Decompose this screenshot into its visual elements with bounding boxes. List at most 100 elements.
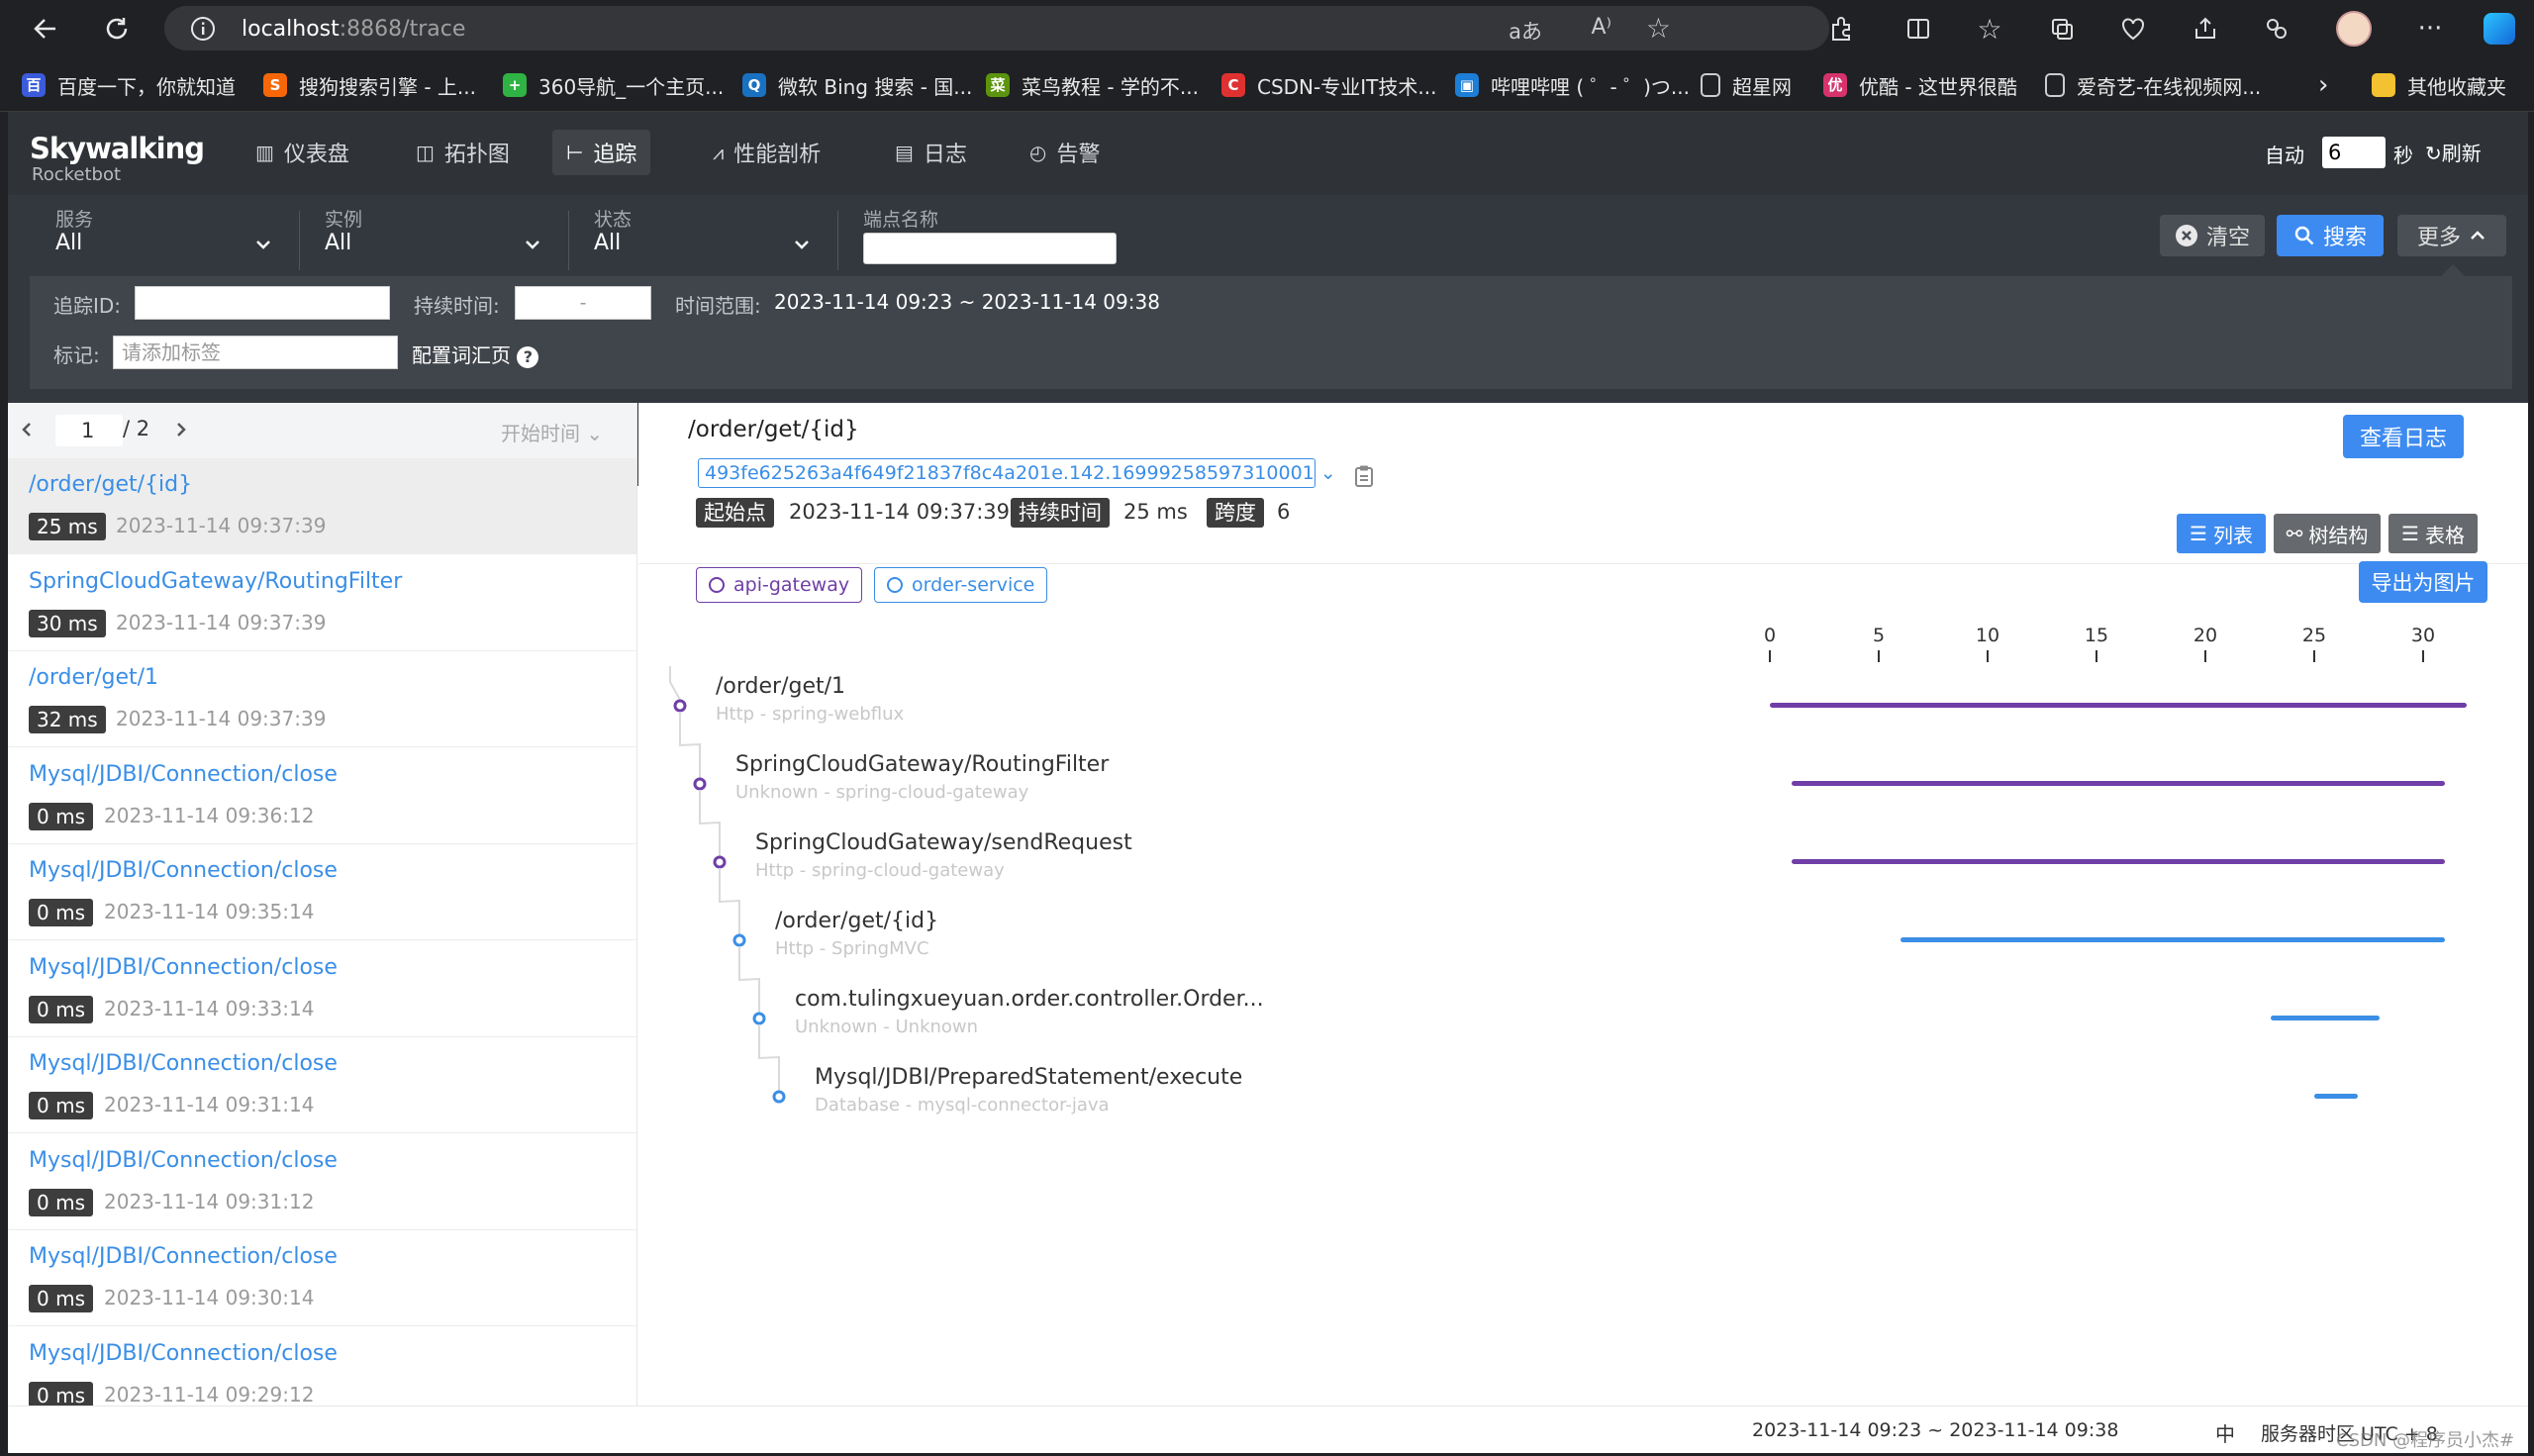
trace-list-item[interactable]: Mysql/JDBI/Connection/close 0 ms 2023-11-1… xyxy=(8,941,636,1037)
span-node[interactable] xyxy=(732,933,746,947)
chevron-right-icon[interactable] xyxy=(172,421,190,438)
clear-button[interactable]: 清空 xyxy=(2160,215,2265,256)
nav-dashboard[interactable]: ▥ 仪表盘 xyxy=(242,130,363,175)
share-icon[interactable] xyxy=(2186,9,2225,49)
trace-list-item[interactable]: Mysql/JDBI/Connection/close 0 ms 2023-11-1… xyxy=(8,1134,636,1230)
trace-list-item[interactable]: Mysql/JDBI/Connection/close 0 ms 2023-11-1… xyxy=(8,1230,636,1326)
footer-time-range[interactable]: 2023-11-14 09:23 ~ 2023-11-14 09:38 xyxy=(1752,1419,2118,1441)
span-duration-bar[interactable] xyxy=(1770,703,2467,708)
trace-item-name[interactable]: Mysql/JDBI/Connection/close xyxy=(29,1148,338,1173)
span-name[interactable]: SpringCloudGateway/sendRequest xyxy=(755,830,1132,855)
span-name[interactable]: Mysql/JDBI/PreparedStatement/execute xyxy=(815,1065,1242,1090)
trace-list-item[interactable]: Mysql/JDBI/Connection/close 0 ms 2023-11-1… xyxy=(8,748,636,844)
trace-item-name[interactable]: Mysql/JDBI/Connection/close xyxy=(29,1341,338,1366)
endpoint-input[interactable] xyxy=(863,233,1117,264)
translate-icon[interactable]: aあ xyxy=(1509,16,1542,46)
health-icon[interactable] xyxy=(2113,9,2153,49)
span-duration-bar[interactable] xyxy=(1792,859,2445,864)
span-duration-bar[interactable] xyxy=(1792,781,2445,786)
favorite-star-icon[interactable]: ☆ xyxy=(1646,12,1671,45)
trace-item-name[interactable]: Mysql/JDBI/Connection/close xyxy=(29,1051,338,1076)
trace-list-item[interactable]: /order/get/1 32 ms 2023-11-14 09:37:39 xyxy=(8,651,636,747)
trace-list-item[interactable]: Mysql/JDBI/Connection/close 0 ms 2023-11-1… xyxy=(8,844,636,940)
search-button[interactable]: 搜索 xyxy=(2277,215,2384,256)
status-select[interactable]: 状态 All xyxy=(594,195,812,274)
trace-item-name[interactable]: SpringCloudGateway/RoutingFilter xyxy=(29,569,402,594)
language-toggle[interactable]: 中 xyxy=(2215,1418,2235,1447)
trace-item-name[interactable]: Mysql/JDBI/Connection/close xyxy=(29,858,338,883)
duration-range-input[interactable]: - xyxy=(515,286,651,320)
nav-alarm[interactable]: ◴ 告警 xyxy=(1016,130,1114,175)
trace-item-name[interactable]: /order/get/{id} xyxy=(29,472,192,497)
bookmarks-overflow-icon[interactable]: › xyxy=(2318,70,2328,100)
copilot-icon[interactable] xyxy=(2257,9,2296,49)
trace-list-item[interactable]: /order/get/{id} 25 ms 2023-11-14 09:37:39 xyxy=(8,458,636,554)
service-select[interactable]: 服务 All xyxy=(55,195,273,274)
address-bar[interactable]: localhost:8868/trace aあ A⁾ ☆ xyxy=(164,6,1829,50)
span-name[interactable]: /order/get/{id} xyxy=(775,909,938,933)
more-menu-icon[interactable]: ··· xyxy=(2410,9,2450,49)
bookmark-favicon-icon: C xyxy=(1221,73,1245,97)
trace-item-name[interactable]: Mysql/JDBI/Connection/close xyxy=(29,762,338,787)
back-icon[interactable] xyxy=(26,9,65,49)
span-name[interactable]: /order/get/1 xyxy=(716,674,845,699)
trace-item-name[interactable]: Mysql/JDBI/Connection/close xyxy=(29,955,338,980)
trace-item-name[interactable]: /order/get/1 xyxy=(29,665,158,690)
trace-list-item[interactable]: Mysql/JDBI/Connection/close 0 ms 2023-11-1… xyxy=(8,1037,636,1133)
bookmark-item[interactable]: ▣ 哔哩哔哩 ( ゜- ゜)つ... xyxy=(1455,70,1690,100)
bookmark-item[interactable]: 爱奇艺-在线视频网... xyxy=(2045,70,2261,100)
nav-trace[interactable]: ⊢ 追踪 xyxy=(552,130,651,175)
trace-item-time: 2023-11-14 09:35:14 xyxy=(104,900,315,923)
vocab-link[interactable]: 配置词汇页 ? xyxy=(412,340,539,368)
reload-icon[interactable] xyxy=(97,9,137,49)
nav-profile[interactable]: ⩘ 性能剖析 xyxy=(699,130,834,175)
bookmark-item[interactable]: S 搜狗搜索引擎 - 上... xyxy=(263,70,476,100)
span-node[interactable] xyxy=(673,699,687,713)
bookmark-item[interactable]: Q 微软 Bing 搜索 - 国... xyxy=(742,70,972,100)
span-node[interactable] xyxy=(772,1090,786,1104)
bookmark-item[interactable]: C CSDN-专业IT技术... xyxy=(1221,70,1436,100)
trace-item-duration: 0 ms xyxy=(29,1285,93,1312)
edge-copilot-icon[interactable] xyxy=(2480,9,2519,49)
more-button[interactable]: 更多 xyxy=(2397,215,2506,256)
favorites-icon[interactable]: ☆ xyxy=(1970,9,2009,49)
refresh-button[interactable]: ↻刷新 xyxy=(2425,138,2482,166)
help-icon[interactable]: ? xyxy=(517,346,539,368)
info-icon[interactable] xyxy=(190,16,216,42)
other-bookmarks-folder[interactable]: 其他收藏夹 xyxy=(2372,70,2506,100)
tag-input[interactable]: 请添加标签 xyxy=(113,336,398,369)
trace-id-input[interactable] xyxy=(135,286,390,320)
chevron-left-icon[interactable] xyxy=(18,421,36,438)
time-range-value[interactable]: 2023-11-14 09:23 ~ 2023-11-14 09:38 xyxy=(774,290,1160,314)
bookmark-item[interactable]: +360导航_一个主页... xyxy=(503,70,724,100)
bookmark-item[interactable]: 百百度一下，你就知道 xyxy=(22,70,236,100)
span-node[interactable] xyxy=(693,777,707,791)
trace-item-name[interactable]: Mysql/JDBI/Connection/close xyxy=(29,1244,338,1269)
collections-icon[interactable] xyxy=(2042,9,2082,49)
url-text[interactable]: localhost:8868/trace xyxy=(242,17,465,42)
app-logo[interactable]: Skywalking xyxy=(30,132,205,165)
bookmark-item[interactable]: 菜菜鸟教程 - 学的不... xyxy=(986,70,1199,100)
span-duration-bar[interactable] xyxy=(2314,1094,2358,1099)
span-duration-bar[interactable] xyxy=(1900,937,2445,942)
bookmark-favicon-icon: S xyxy=(263,73,287,97)
extensions-icon[interactable] xyxy=(1821,9,1861,49)
page-input[interactable]: 1 xyxy=(55,415,123,446)
instance-select[interactable]: 实例 All xyxy=(325,195,542,274)
profile-avatar[interactable] xyxy=(2334,9,2374,49)
trace-list-item[interactable]: SpringCloudGateway/RoutingFilter 30 ms 202… xyxy=(8,555,636,651)
span-name[interactable]: SpringCloudGateway/RoutingFilter xyxy=(735,752,1109,777)
auto-refresh-input[interactable]: 6 xyxy=(2322,137,2386,168)
bookmark-item[interactable]: 超星网 xyxy=(1701,70,1792,100)
span-node[interactable] xyxy=(752,1012,766,1025)
span-duration-bar[interactable] xyxy=(2271,1016,2380,1020)
nav-topology[interactable]: ◫ 拓扑图 xyxy=(402,130,524,175)
span-name[interactable]: com.tulingxueyuan.order.controller.Order… xyxy=(795,987,1264,1012)
nav-log[interactable]: ▤ 日志 xyxy=(881,130,981,175)
split-screen-icon[interactable] xyxy=(1899,9,1938,49)
span-node[interactable] xyxy=(713,855,727,869)
read-aloud-icon[interactable]: A⁾ xyxy=(1592,15,1611,40)
bookmark-item[interactable]: 优优酷 - 这世界很酷 xyxy=(1823,70,2017,100)
trace-item-time: 2023-11-14 09:30:14 xyxy=(104,1286,315,1310)
sort-select[interactable]: 开始时间 ⌄ xyxy=(501,418,603,446)
